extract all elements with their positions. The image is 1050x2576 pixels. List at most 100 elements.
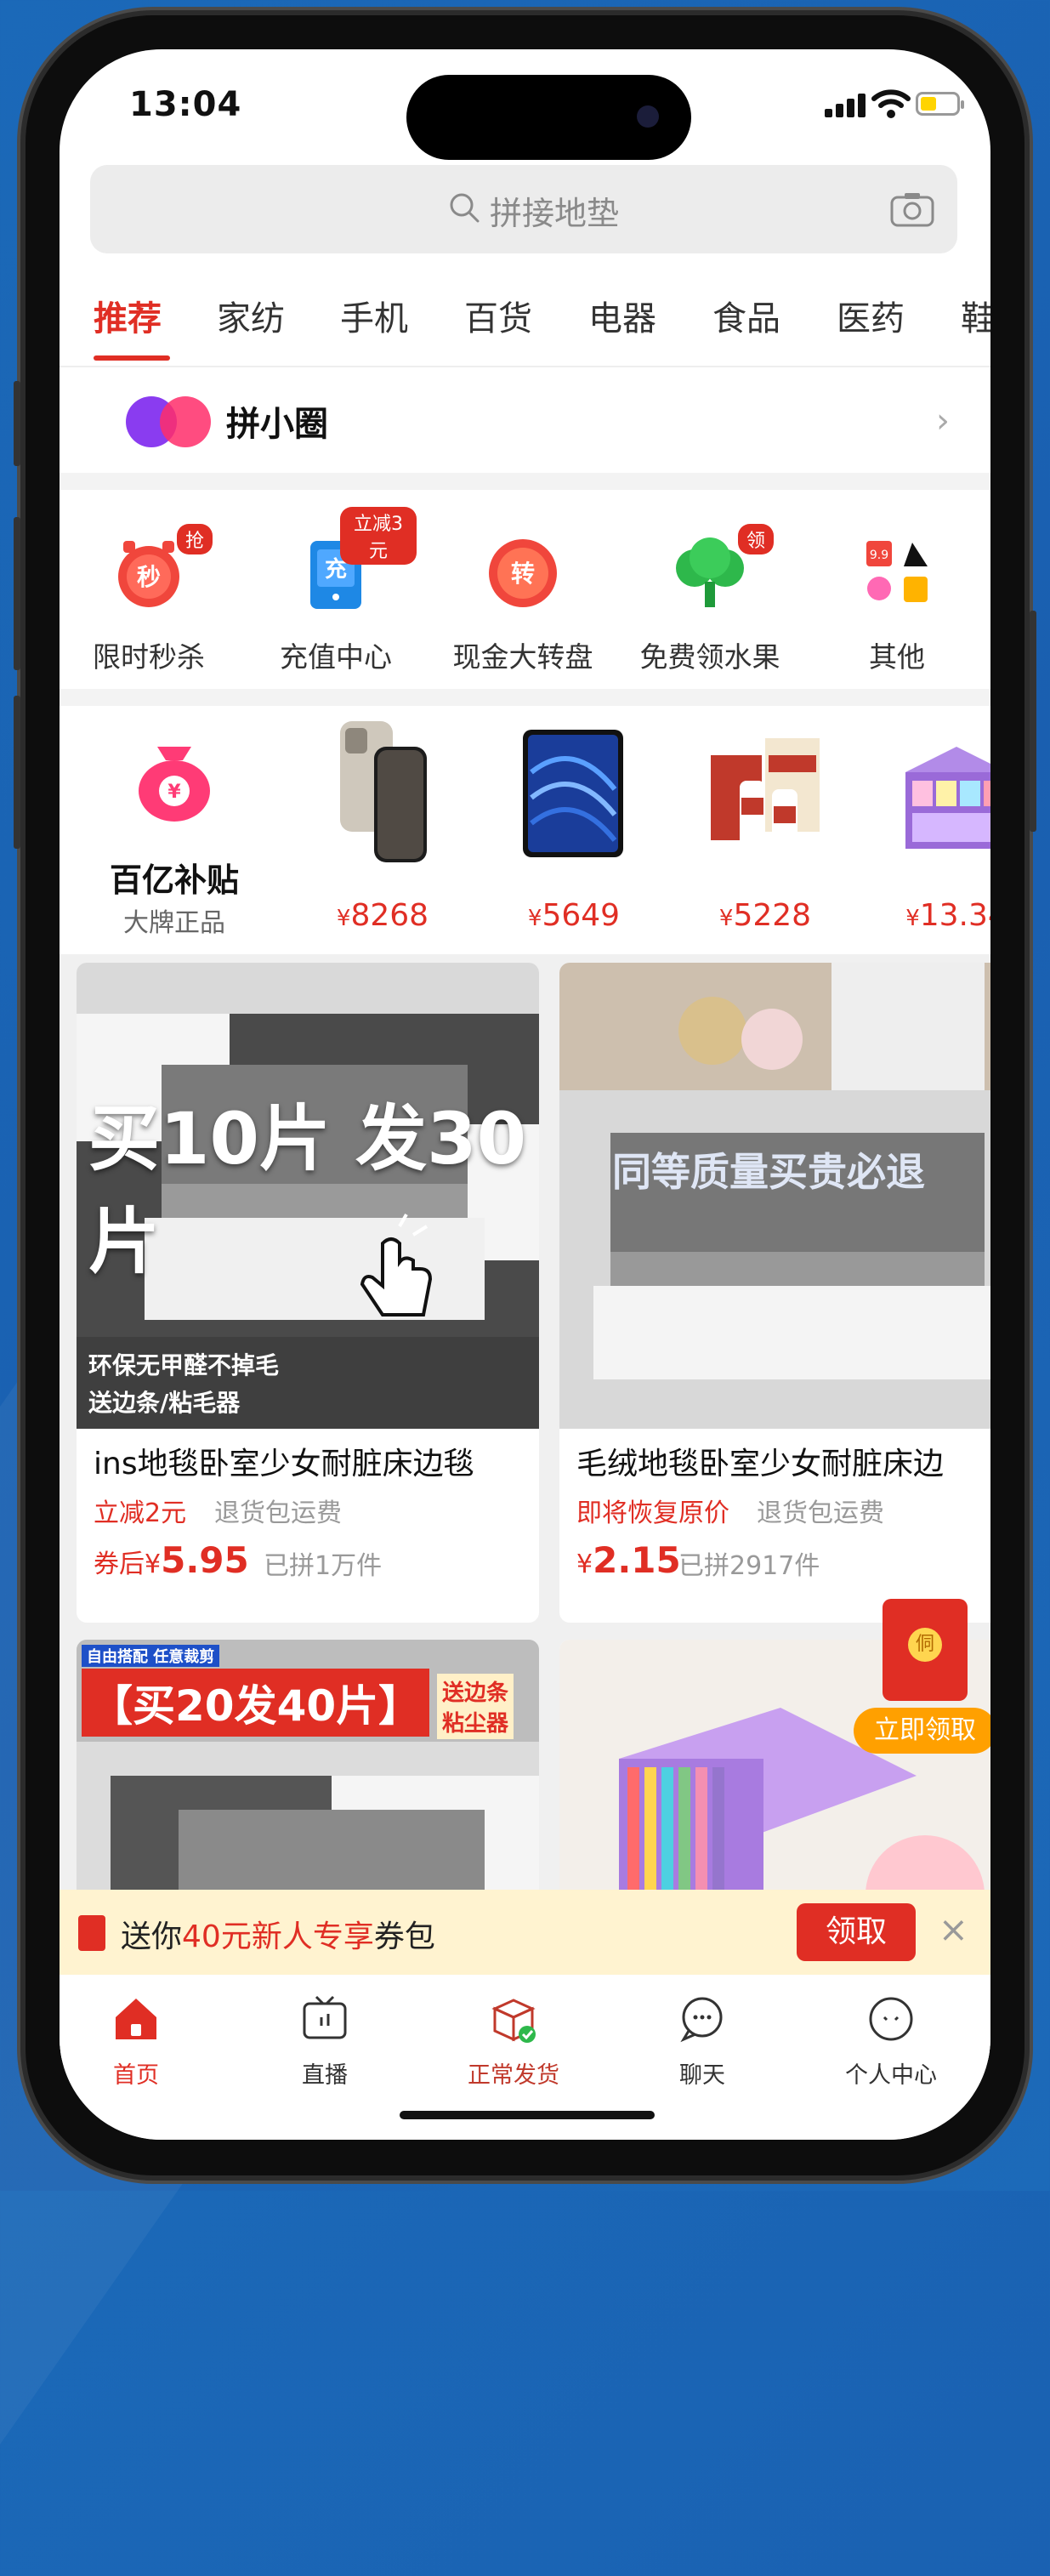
liquor-product-image [711,738,820,857]
wheel-icon: 转 [489,539,557,607]
nav-chat[interactable]: 聊天 [626,1992,779,2094]
shortcut-label: 其他 [869,640,925,674]
tap-hand-icon [360,1214,433,1316]
tv-icon [303,1995,347,2039]
free-fruit-badge: 领 [738,524,775,554]
product-card[interactable]: 买10片 发30片 环保无甲醛不掉毛 送边条/粘毛器 ins地毯卧室少女耐脏床边… [77,963,539,1623]
image-promo-text: 买10片 发30片 [88,1097,527,1283]
shortcut-flash-sale[interactable]: 秒 抢 限时秒杀 [68,507,230,677]
product-title: ins地毯卧室少女耐脏床边毯 [94,1447,474,1481]
package-icon [491,1999,536,2043]
shipping-tag: 退货包运费 [214,1498,342,1528]
subsidy-price: ¥13.34 [905,898,990,933]
subsidy-title: 百亿补贴 [109,862,239,899]
shortcut-label: 现金大转盘 [452,640,593,674]
product-card[interactable]: 同等质量买贵必退 毛绒地毯卧室少女耐脏床边 即将恢复原价 退货包运费 ¥2.15… [559,963,990,1623]
section-divider [60,473,990,490]
ipad-product-image [523,730,623,857]
subsidy-price: ¥5228 [718,898,812,933]
recharge-badge: 立减3元 [340,507,417,565]
image-caption: 粘尘器 [437,1704,514,1739]
coupon-envelope-icon [78,1915,105,1951]
shipping-tag: 退货包运费 [757,1498,884,1528]
coin-icon: 侗 [908,1628,942,1662]
phone-screen: 13:04 拼接地垫 推荐 家纺 手机 百货 电器 食品 医药 鞋 拼小圈 › … [60,49,990,2140]
subsidy-item-iphone[interactable]: ¥8268 [298,713,468,951]
home-icon [116,1999,156,2039]
side-button [14,381,20,466]
tab-shoes-bags[interactable]: 鞋包 [961,291,990,340]
shortcut-label: 限时秒杀 [93,640,205,674]
friend-circle-logo-icon-2 [160,396,211,447]
claim-now-button[interactable]: 立即领取 [854,1708,990,1754]
category-tabs: 推荐 家纺 手机 百货 电器 食品 医药 鞋包 [60,272,990,367]
tab-medicine[interactable]: 医药 [837,291,905,340]
floating-red-packet[interactable]: 侗 立即领取 [854,1599,990,1777]
subsidy-header[interactable]: ¥ 百亿补贴 大牌正品 [77,713,272,951]
money-bag-icon: ¥ [139,747,210,822]
chevron-right-icon: › [936,401,950,441]
tab-appliances[interactable]: 电器 [588,291,656,340]
nav-shipping[interactable]: 正常发货 [437,1992,590,2094]
image-caption: 送边条 [437,1674,514,1709]
camera-search-icon[interactable] [889,190,935,228]
sold-count: 已拼1万件 [264,1551,383,1581]
friend-circle-row[interactable]: 拼小圈 › [60,371,990,475]
subsidy-price: ¥8268 [336,898,429,933]
subsidy-row: ¥ 百亿补贴 大牌正品 ¥8268 ¥5649 ¥5228 ¥13.3 [60,704,990,959]
svg-text:秒: 秒 [137,563,161,591]
subsidy-item-liquor[interactable]: ¥5228 [680,713,850,951]
shortcut-other[interactable]: 9.9 其他 [816,507,978,677]
shortcut-label: 免费领水果 [639,640,780,674]
toy-box-product-image [905,747,990,849]
product-price: 券后¥5.95 [94,1539,249,1581]
image-promo-text: 【买20发40片】 [82,1669,430,1737]
shortcut-cash-wheel[interactable]: 转 现金大转盘 [442,507,604,677]
tab-recommend[interactable]: 推荐 [94,291,162,340]
claim-coupon-button[interactable]: 领取 [797,1903,916,1961]
subsidy-subtitle: 大牌正品 [123,908,225,938]
status-time: 13:04 [129,85,242,124]
active-tab-indicator [94,355,170,361]
search-placeholder: 拼接地垫 [490,195,620,232]
tab-food[interactable]: 食品 [712,291,780,340]
nav-home[interactable]: 首页 [60,1992,213,2094]
search-bar[interactable]: 拼接地垫 [90,165,957,253]
nav-label: 个人中心 [845,2062,937,2089]
product-price: ¥2.15 [576,1539,681,1581]
shortcut-recharge[interactable]: 充 立减3元 充值中心 [255,507,417,677]
tab-general-goods[interactable]: 百货 [464,291,532,340]
subsidy-item-ipad[interactable]: ¥5649 [489,713,659,951]
nav-profile[interactable]: 个人中心 [814,1992,968,2094]
tab-phone[interactable]: 手机 [340,291,408,340]
front-camera [637,105,659,128]
promo-tag: 即将恢复原价 [576,1498,729,1528]
volume-up-button [14,517,20,670]
nav-label: 正常发货 [468,2062,559,2089]
promo-tag: 立减2元 [94,1498,187,1528]
nav-live[interactable]: 直播 [248,1992,401,2094]
more-apps-icon: 9.9 [866,541,928,602]
nav-label: 直播 [302,2062,348,2089]
svg-text:¥: ¥ [167,782,181,803]
tab-home-textile[interactable]: 家纺 [217,291,285,340]
subsidy-price: ¥5649 [527,898,621,933]
svg-text:9.9: 9.9 [870,549,888,562]
product-title: 毛绒地毯卧室少女耐脏床边 [576,1447,945,1481]
coupon-banner[interactable]: 送你40元新人专享券包 领取 × [60,1890,990,1975]
home-indicator [400,2111,655,2119]
svg-text:转: 转 [511,560,535,588]
nav-label: 首页 [113,2062,159,2089]
friend-circle-title: 拼小圈 [226,405,328,444]
image-caption: 环保无甲醛不掉毛 [88,1351,280,1379]
shortcut-row: 秒 抢 限时秒杀 充 立减3元 充值中心 转 现金大转盘 领 免费领水果 9.9… [60,492,990,687]
image-caption: 自由搭配 任意裁剪 [82,1645,220,1667]
wifi-icon [871,89,911,118]
flash-sale-badge: 抢 [177,524,213,554]
shortcut-free-fruit[interactable]: 领 免费领水果 [629,507,791,677]
subsidy-item-toys[interactable]: ¥13.34 [871,713,990,951]
dynamic-island [406,75,691,160]
section-divider [60,689,990,706]
close-icon[interactable]: × [939,1908,968,1950]
coupon-text: 送你40元新人专享券包 [121,1919,435,1954]
